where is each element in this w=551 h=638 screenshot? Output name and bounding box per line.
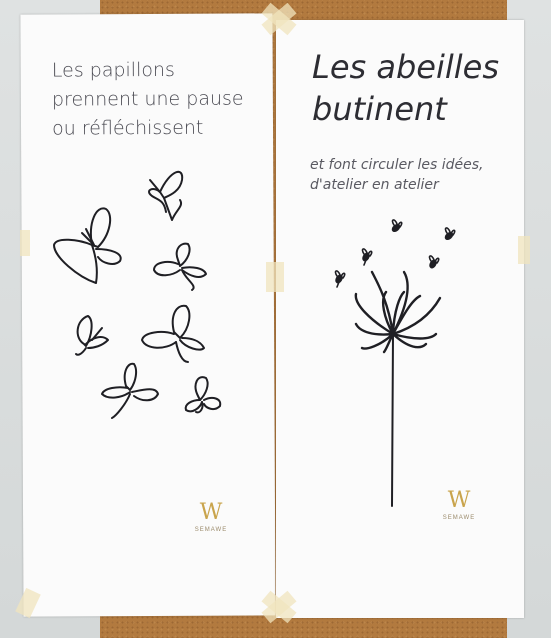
bees-flower-illustration (334, 219, 456, 507)
bee-icon (428, 255, 440, 269)
semawe-logo-icon: W (447, 488, 471, 513)
bee-icon (361, 248, 373, 266)
bee-icon (391, 219, 403, 233)
dandelion-flower-icon (354, 270, 442, 507)
bee-icon (444, 227, 456, 241)
bee-icon (334, 270, 346, 288)
semawe-logo-right: W SEMAWE (434, 488, 484, 522)
semawe-logo-text: SEMAWE (442, 515, 476, 521)
